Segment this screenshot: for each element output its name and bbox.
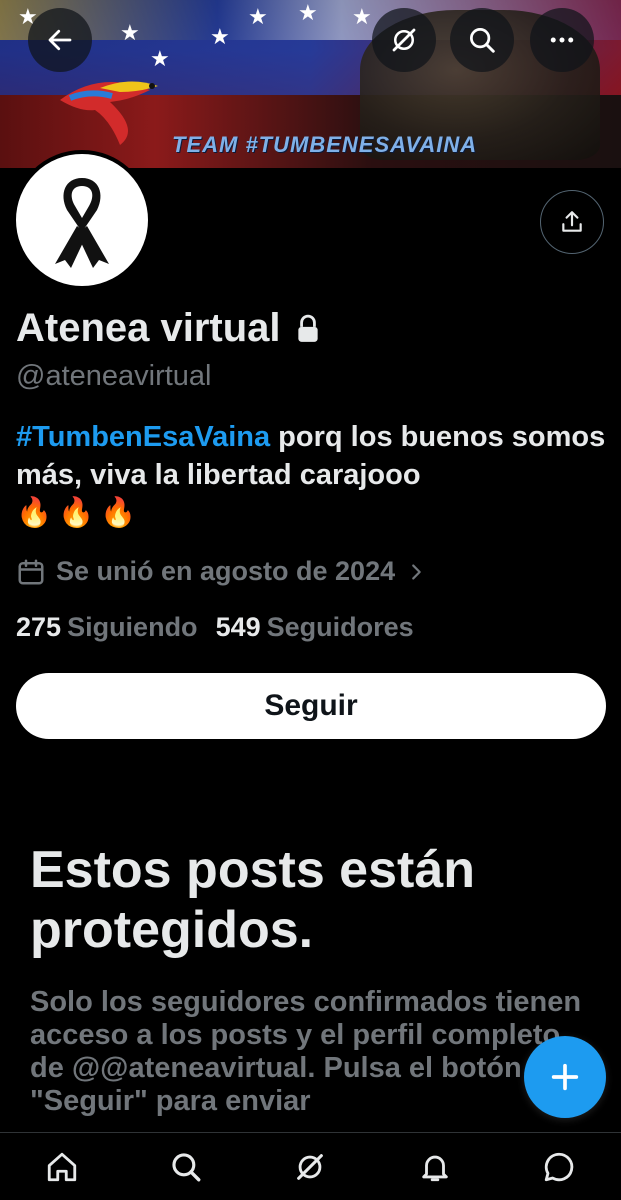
home-icon [47,1152,77,1181]
lock-icon [297,314,318,342]
followers-link[interactable]: 549 Seguidores [216,612,414,643]
display-name-row: Atenea virtual [16,306,321,351]
chevron-right-icon [412,563,421,580]
search-icon [470,28,495,53]
arrow-left-icon [48,29,72,51]
more-button[interactable] [530,8,594,72]
follow-button[interactable]: Seguir [16,673,606,739]
nav-grok[interactable] [280,1137,340,1197]
plus-icon [551,1063,579,1091]
more-horizontal-icon [550,37,574,43]
black-ribbon-icon [55,178,109,268]
compose-button[interactable] [524,1036,606,1118]
joined-date-row[interactable]: Se unió en agosto de 2024 [16,556,427,587]
nav-search[interactable] [156,1137,216,1197]
messages-icon [544,1152,574,1181]
banner-star-icon: ★ [298,0,318,25]
bio-emojis: 🔥🔥🔥 [16,497,143,529]
grok-icon [297,1153,324,1180]
notifications-icon [421,1155,448,1181]
nav-notifications[interactable] [405,1137,465,1197]
profile-banner[interactable]: ★ ★ ★ ★ ★ ★ ★ TEAM #TUMBENESAVAINA [0,0,621,168]
search-icon [172,1152,201,1181]
grok-icon [392,28,416,52]
banner-star-icon: ★ [210,24,230,49]
banner-text: TEAM #TUMBENESAVAINA [172,132,478,157]
share-icon [562,211,582,232]
share-button[interactable] [540,190,604,254]
nav-home[interactable] [32,1137,92,1197]
search-button[interactable] [450,8,514,72]
following-link[interactable]: 275 Siguiendo [16,612,198,643]
protected-description: Solo los seguidores confirmados tienen a… [30,986,582,1117]
back-button[interactable] [28,8,92,72]
display-name: Atenea virtual [16,306,281,350]
following-count: 275 [16,612,62,642]
bio-hashtag-link[interactable]: #TumbenEsaVaina [16,421,270,453]
banner-star-icon: ★ [352,4,372,29]
bottom-nav [0,1132,621,1200]
banner-star-icon: ★ [248,4,268,29]
followers-count: 549 [215,612,261,642]
nav-messages[interactable] [529,1137,589,1197]
followers-label: Seguidores [266,612,414,642]
bio: #TumbenEsaVaina porq los buenos somos má… [16,418,606,532]
joined-date: Se unió en agosto de 2024 [56,556,396,586]
follow-stats: 275 Siguiendo 549 Seguidores [16,612,414,643]
grok-button[interactable] [372,8,436,72]
calendar-icon [18,559,44,584]
following-label: Siguiendo [67,612,198,642]
protected-title: Estos posts están protegidos. [30,841,476,959]
avatar[interactable] [12,150,152,290]
handle: @ateneavirtual [16,360,212,392]
